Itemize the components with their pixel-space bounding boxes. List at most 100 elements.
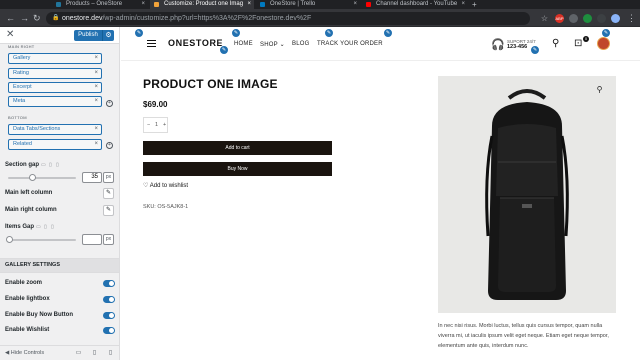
tab-trello[interactable]: OneStore | Trello ×: [256, 0, 360, 9]
profile-icon[interactable]: [611, 14, 620, 23]
quantity-stepper[interactable]: − 1 +: [143, 117, 168, 133]
remove-icon[interactable]: ×: [94, 69, 98, 78]
menu-item-shop[interactable]: SHOP ⌄: [260, 41, 285, 48]
product-gallery-image[interactable]: [438, 76, 616, 313]
enable-wishlist-toggle[interactable]: [103, 327, 115, 334]
reload-icon[interactable]: ↻: [33, 12, 41, 24]
menu-item-home[interactable]: HOME: [234, 41, 253, 47]
support-phone[interactable]: 123-456: [507, 44, 527, 50]
bookmark-star-icon[interactable]: ☆: [540, 14, 549, 23]
remove-icon[interactable]: ×: [94, 125, 98, 134]
desktop-icon[interactable]: ▭: [41, 162, 46, 168]
tablet-preview-icon[interactable]: ▯: [90, 349, 99, 357]
layout-item-related[interactable]: Related ×: [8, 139, 102, 150]
tablet-icon[interactable]: ▯: [49, 162, 52, 168]
section-gap-label: Section gap: [5, 162, 40, 168]
site-logo[interactable]: ONESTORE: [168, 38, 223, 48]
buy-now-button[interactable]: Buy Now: [143, 162, 332, 176]
close-tab-icon[interactable]: ×: [461, 0, 465, 9]
close-tab-icon[interactable]: ×: [247, 0, 251, 9]
layout-item-excerpt[interactable]: Excerpt ×: [8, 82, 102, 93]
edit-shortcut-icon[interactable]: ✎: [134, 28, 144, 38]
enable-lightbox-toggle[interactable]: [103, 296, 115, 303]
new-tab-icon[interactable]: +: [472, 0, 477, 9]
mobile-preview-icon[interactable]: ▯: [106, 349, 115, 357]
add-item-icon[interactable]: +: [106, 142, 113, 149]
remove-icon[interactable]: ×: [94, 97, 98, 106]
minus-icon[interactable]: −: [147, 118, 150, 132]
product-title: PRODUCT ONE IMAGE: [143, 77, 278, 91]
back-icon[interactable]: ←: [6, 12, 15, 24]
edit-shortcut-icon[interactable]: ✎: [231, 28, 241, 38]
unit-selector[interactable]: px: [103, 172, 114, 183]
hide-controls-button[interactable]: ◀ Hide Controls: [5, 350, 44, 356]
add-to-cart-button[interactable]: Add to cart: [143, 141, 332, 155]
edit-pencil-icon[interactable]: ✎: [103, 188, 114, 199]
product-price: $69.00: [143, 100, 168, 109]
customizer-footer: ◀ Hide Controls ▭ ▯ ▯: [0, 345, 119, 360]
items-gap-label: Items Gap: [5, 224, 35, 230]
edit-shortcut-icon[interactable]: ✎: [219, 45, 229, 55]
layout-item-gallery[interactable]: Gallery ×: [8, 53, 102, 64]
toggle-label: Enable Buy Now Button: [5, 312, 73, 318]
customizer-panel: ✕ Publish ⚙ MAIN RIGHT Gallery × Rating × …: [0, 27, 120, 360]
enable-buy-now-toggle[interactable]: [103, 312, 115, 319]
mobile-icon[interactable]: ▯: [51, 224, 54, 230]
gear-icon[interactable]: ⚙: [102, 30, 114, 41]
plus-icon[interactable]: +: [163, 118, 166, 132]
items-gap-slider[interactable]: [6, 236, 76, 243]
edit-shortcut-icon[interactable]: ✎: [383, 28, 393, 38]
menu-item-blog[interactable]: BLOG: [292, 41, 309, 47]
edit-pencil-icon[interactable]: ✎: [103, 205, 114, 216]
layout-item-meta[interactable]: Meta ×: [8, 96, 102, 107]
menu-dots-icon[interactable]: ⋮: [627, 12, 636, 24]
zoom-icon[interactable]: ⚲: [594, 84, 605, 95]
desktop-icon[interactable]: ▭: [36, 224, 41, 230]
gallery-settings-header: GALLERY SETTINGS: [0, 258, 119, 273]
url-input[interactable]: 🔒 onestore.dev/wp-admin/customize.php?ur…: [46, 12, 530, 25]
avatar[interactable]: [597, 37, 610, 50]
remove-icon[interactable]: ×: [94, 83, 98, 92]
cart-icon[interactable]: ⊡: [574, 38, 582, 49]
tablet-icon[interactable]: ▯: [44, 224, 47, 230]
add-item-icon[interactable]: +: [106, 100, 113, 107]
remove-icon[interactable]: ×: [94, 140, 98, 149]
hamburger-menu-icon[interactable]: [147, 40, 156, 47]
close-tab-icon[interactable]: ×: [141, 0, 145, 9]
add-to-wishlist-link[interactable]: ♡ Add to wishlist: [143, 182, 188, 189]
tab-label: Channel dashboard - YouTube: [376, 1, 458, 7]
layout-item-rating[interactable]: Rating ×: [8, 68, 102, 79]
desktop-preview-icon[interactable]: ▭: [74, 349, 83, 357]
puzzle-icon[interactable]: [597, 14, 606, 23]
extension-icon[interactable]: [569, 14, 578, 23]
adblock-icon[interactable]: ABP: [555, 14, 564, 23]
edit-shortcut-icon[interactable]: ✎: [324, 28, 334, 38]
mobile-icon[interactable]: ▯: [56, 162, 59, 168]
slider-handle[interactable]: [6, 236, 13, 243]
remove-icon[interactable]: ×: [94, 54, 98, 63]
grammarly-icon[interactable]: [583, 14, 592, 23]
section-gap-input[interactable]: 35: [82, 172, 102, 183]
tab-products[interactable]: Products – OneStore ×: [52, 0, 148, 9]
section-gap-slider[interactable]: [8, 174, 76, 181]
forward-icon[interactable]: →: [20, 12, 29, 24]
lock-icon: 🔒: [52, 15, 60, 21]
layout-item-data-tabs[interactable]: Data Tabs/Sections ×: [8, 124, 102, 135]
items-gap-input[interactable]: [82, 234, 102, 245]
search-icon[interactable]: ⚲: [552, 38, 559, 49]
unit-selector[interactable]: px: [103, 234, 114, 245]
close-icon[interactable]: ✕: [6, 29, 14, 40]
menu-item-track-order[interactable]: TRACK YOUR ORDER: [317, 41, 383, 47]
tab-youtube[interactable]: Channel dashboard - YouTube ×: [362, 0, 468, 9]
quantity-value[interactable]: 1: [155, 118, 158, 132]
product-sku: SKU: OS-5AJK8-1: [143, 204, 189, 210]
close-tab-icon[interactable]: ×: [353, 0, 357, 9]
customizer-header: ✕ Publish ⚙: [0, 27, 119, 44]
url-path: /wp-admin/customize.php?url=https%3A%2F%…: [102, 15, 312, 22]
headphones-icon: 🎧: [491, 39, 505, 51]
slider-handle[interactable]: [28, 174, 36, 181]
edit-shortcut-icon[interactable]: ✎: [530, 45, 540, 55]
publish-button[interactable]: Publish: [74, 30, 102, 41]
enable-zoom-toggle[interactable]: [103, 280, 115, 287]
tab-customize[interactable]: Customize: Product one Imag ×: [150, 0, 254, 9]
